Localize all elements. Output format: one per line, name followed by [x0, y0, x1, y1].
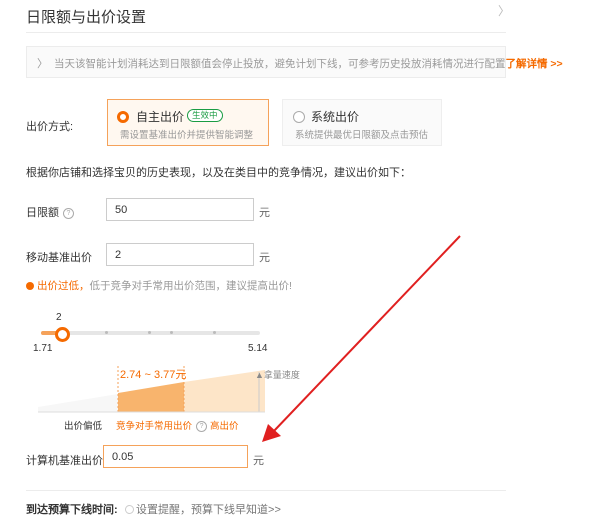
pc-bid-label: 计算机基准出价 [26, 455, 103, 467]
reminder-radio-icon[interactable] [125, 505, 135, 514]
pc-bid-unit: 元 [253, 455, 264, 467]
footer-divider [26, 490, 506, 491]
pc-bid-input[interactable]: 0.05 [103, 445, 248, 468]
arrow-line [272, 235, 461, 433]
budget-reminder: 到达预算下线时间: 设置提醒，预算下线早知道>> [26, 501, 281, 517]
budget-reminder-text[interactable]: 设置提醒，预算下线早知道>> [136, 504, 281, 516]
budget-reminder-label: 到达预算下线时间: [26, 504, 118, 516]
annotation-arrow [262, 235, 461, 442]
